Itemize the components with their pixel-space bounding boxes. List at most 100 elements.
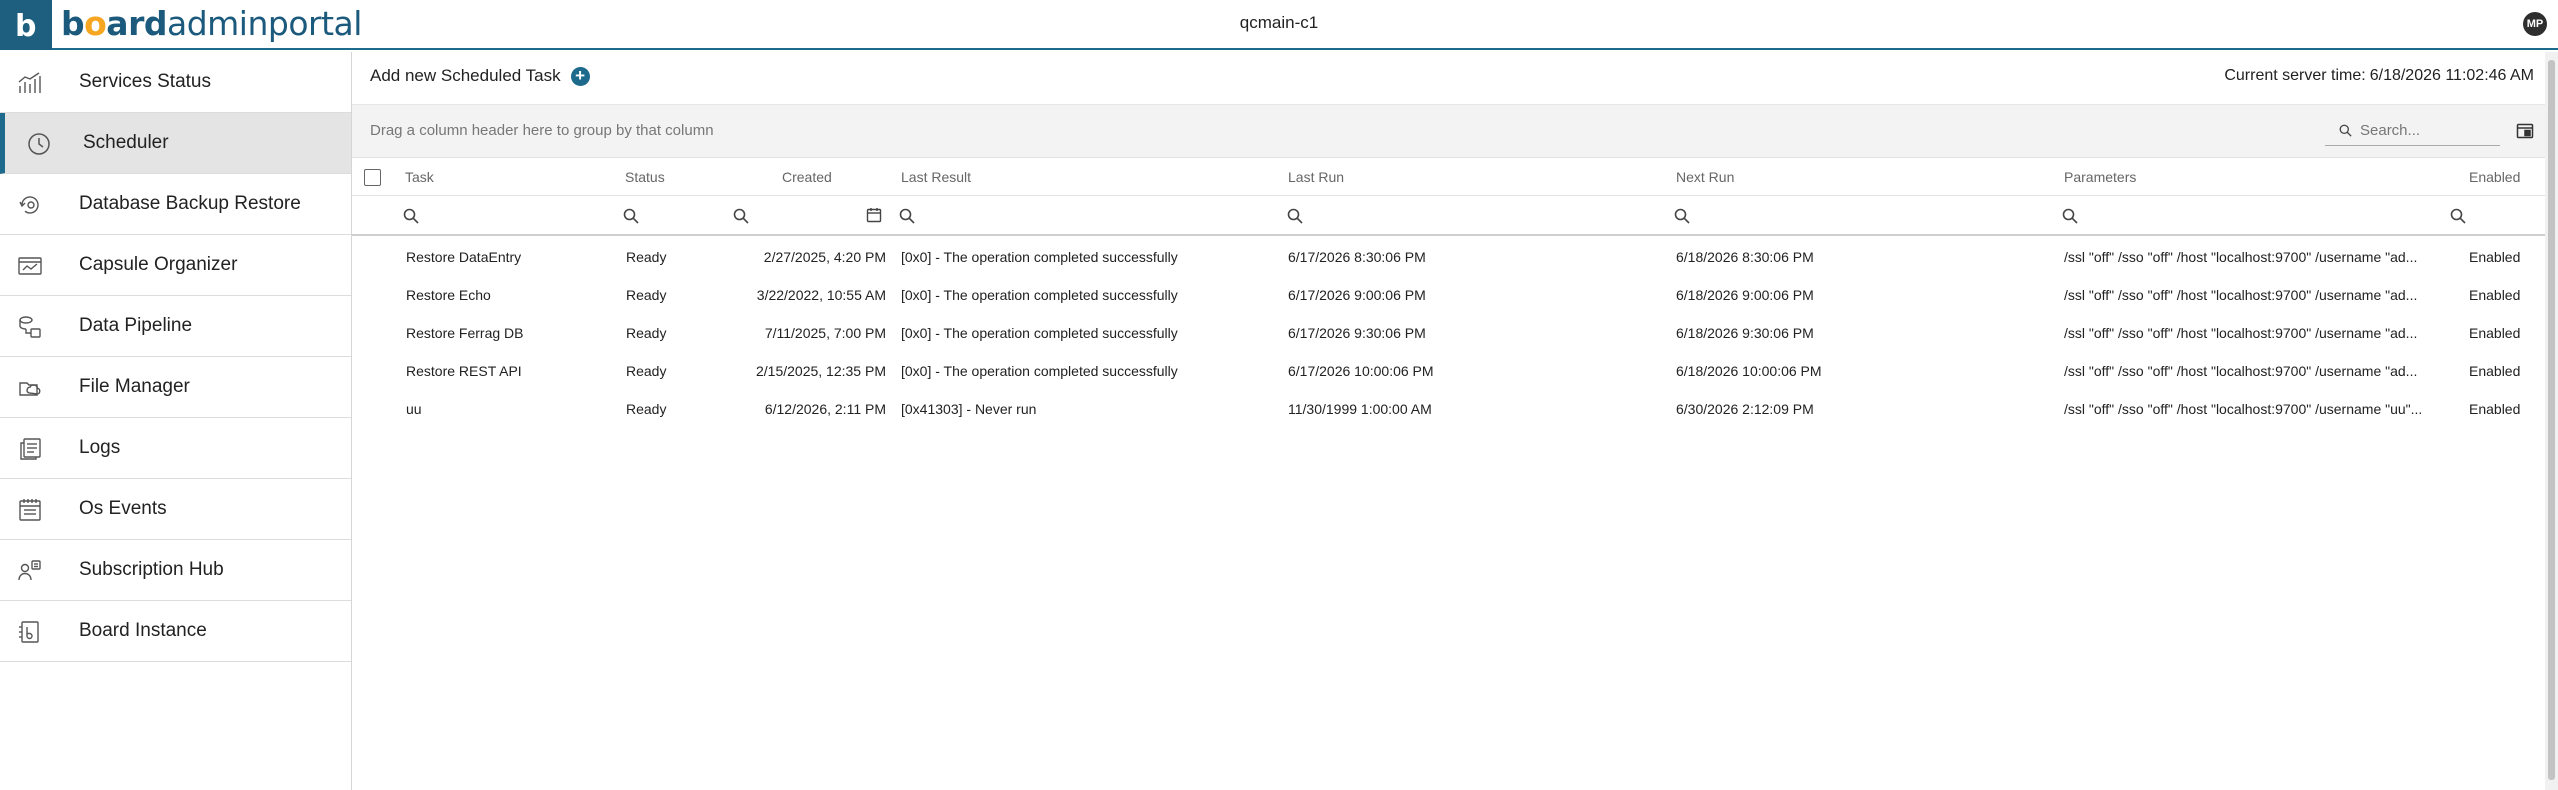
- table-row[interactable]: Restore DataEntry Ready 2/27/2025, 4:20 …: [352, 238, 2545, 276]
- cell-enabled: Enabled: [2469, 287, 2521, 303]
- plus-circle-icon: +: [570, 66, 590, 86]
- sidebar-item-label: Services Status: [79, 71, 211, 92]
- select-all-checkbox[interactable]: [364, 169, 381, 186]
- top-bar: b b o ard adminportal qcmain-c1 MP: [0, 0, 2558, 50]
- table-row[interactable]: uu Ready 6/12/2026, 2:11 PM [0x41303] - …: [352, 390, 2545, 428]
- instance-title: qcmain-c1: [1239, 13, 1319, 32]
- brand-bold-prefix: b: [61, 4, 85, 43]
- sidebar-item-capsule-organizer[interactable]: Capsule Organizer: [0, 235, 351, 296]
- filter-search-icon[interactable]: [1287, 208, 1303, 224]
- sidebar-item-data-pipeline[interactable]: Data Pipeline: [0, 296, 351, 357]
- cell-parameters: /ssl "off" /sso "off" /host "localhost:9…: [2064, 249, 2418, 265]
- sidebar: Services Status Scheduler Database Backu…: [0, 52, 352, 790]
- chart-bars-icon: [18, 72, 41, 93]
- sidebar-item-label: Capsule Organizer: [79, 254, 238, 275]
- filter-search-icon[interactable]: [733, 208, 749, 224]
- folder-cloud-icon: [19, 382, 41, 396]
- group-panel[interactable]: Drag a column header here to group by th…: [352, 104, 2545, 158]
- cell-created: 7/11/2025, 7:00 PM: [764, 325, 886, 341]
- calendar-icon[interactable]: [866, 207, 882, 223]
- cell-created: 2/27/2025, 4:20 PM: [763, 249, 886, 265]
- cell-created: 6/12/2026, 2:11 PM: [764, 401, 886, 417]
- column-header-parameters[interactable]: Parameters: [2064, 169, 2136, 185]
- add-scheduled-task-button[interactable]: Add new Scheduled Task +: [370, 66, 590, 86]
- board-instance-icon: [19, 621, 39, 643]
- logs-icon: [20, 438, 41, 460]
- sidebar-item-board-instance[interactable]: Board Instance: [0, 601, 351, 662]
- cell-last-run: 11/30/1999 1:00:00 AM: [1288, 401, 1432, 417]
- grid-search[interactable]: [2325, 116, 2500, 146]
- board-logo-icon: b: [15, 10, 36, 40]
- server-time-label: Current server time:: [2224, 67, 2366, 84]
- cell-parameters: /ssl "off" /sso "off" /host "localhost:9…: [2064, 401, 2423, 417]
- search-icon: [2339, 124, 2352, 137]
- filter-search-icon[interactable]: [1674, 208, 1690, 224]
- column-header-enabled[interactable]: Enabled: [2469, 169, 2520, 185]
- sidebar-item-logs[interactable]: Logs: [0, 418, 351, 479]
- cell-created: 2/15/2025, 12:35 PM: [756, 363, 886, 379]
- main-content: Add new Scheduled Task + Current server …: [352, 52, 2558, 790]
- sidebar-item-label: Board Instance: [79, 620, 207, 641]
- cell-status: Ready: [626, 249, 667, 265]
- cell-status: Ready: [626, 401, 667, 417]
- user-avatar[interactable]: MP: [2523, 12, 2547, 36]
- table-row[interactable]: Restore Ferrag DB Ready 7/11/2025, 7:00 …: [352, 314, 2545, 352]
- cell-parameters: /ssl "off" /sso "off" /host "localhost:9…: [2064, 363, 2418, 379]
- cell-task: Restore Echo: [406, 287, 491, 303]
- column-header-last-result[interactable]: Last Result: [901, 169, 971, 185]
- cell-parameters: /ssl "off" /sso "off" /host "localhost:9…: [2064, 325, 2418, 341]
- vertical-scrollbar[interactable]: [2545, 52, 2558, 790]
- filter-search-icon[interactable]: [899, 208, 915, 224]
- cell-last-run: 6/17/2026 8:30:06 PM: [1288, 249, 1426, 265]
- calendar-list-icon: [19, 499, 41, 521]
- group-panel-hint: Drag a column header here to group by th…: [370, 122, 714, 139]
- board-logo[interactable]: b: [0, 0, 52, 50]
- sidebar-item-label: Logs: [79, 437, 121, 458]
- table-row[interactable]: Restore REST API Ready 2/15/2025, 12:35 …: [352, 352, 2545, 390]
- cell-task: Restore REST API: [406, 363, 522, 379]
- sidebar-item-label: File Manager: [79, 376, 190, 397]
- column-chooser-icon[interactable]: [2516, 122, 2534, 140]
- sidebar-item-label: Os Events: [79, 498, 167, 519]
- cell-task: Restore DataEntry: [406, 249, 522, 265]
- filter-search-icon[interactable]: [2450, 208, 2466, 224]
- brand-wordmark[interactable]: b o ard adminportal: [61, 4, 362, 44]
- sidebar-item-label: Data Pipeline: [79, 315, 193, 336]
- logo-letter: b: [15, 10, 36, 40]
- filter-search-icon[interactable]: [623, 208, 639, 224]
- scrollbar-thumb[interactable]: [2548, 60, 2555, 780]
- grid-filter-row: [352, 196, 2545, 236]
- column-header-last-run[interactable]: Last Run: [1288, 169, 1344, 185]
- cell-last-result: [0x0] - The operation completed successf…: [901, 287, 1178, 303]
- column-header-task[interactable]: Task: [405, 169, 434, 185]
- sidebar-item-os-events[interactable]: Os Events: [0, 479, 351, 540]
- search-input[interactable]: [2360, 122, 2500, 139]
- sidebar-item-label: Database Backup Restore: [79, 193, 301, 214]
- column-header-next-run[interactable]: Next Run: [1676, 169, 1734, 185]
- cell-last-run: 6/17/2026 10:00:06 PM: [1288, 363, 1434, 379]
- table-row[interactable]: Restore Echo Ready 3/22/2022, 10:55 AM […: [352, 276, 2545, 314]
- column-header-status[interactable]: Status: [625, 169, 665, 185]
- column-header-created[interactable]: Created: [782, 169, 832, 185]
- cell-created: 3/22/2022, 10:55 AM: [756, 287, 886, 303]
- cell-next-run: 6/18/2026 9:30:06 PM: [1676, 325, 1814, 341]
- brand-bold-suffix: ard: [106, 4, 167, 43]
- sidebar-item-services-status[interactable]: Services Status: [0, 52, 351, 113]
- cell-last-result: [0x0] - The operation completed successf…: [901, 249, 1178, 265]
- sidebar-item-database-backup-restore[interactable]: Database Backup Restore: [0, 174, 351, 235]
- server-time-value: 6/18/2026 11:02:46 AM: [2369, 67, 2534, 84]
- cell-parameters: /ssl "off" /sso "off" /host "localhost:9…: [2064, 287, 2418, 303]
- sidebar-item-label: Scheduler: [83, 132, 169, 153]
- cell-status: Ready: [626, 363, 667, 379]
- cell-next-run: 6/30/2026 2:12:09 PM: [1676, 401, 1814, 417]
- filter-search-icon[interactable]: [2062, 208, 2078, 224]
- sidebar-item-subscription-hub[interactable]: Subscription Hub: [0, 540, 351, 601]
- brand-bold-dot: o: [84, 4, 107, 43]
- sidebar-item-scheduler[interactable]: Scheduler: [0, 113, 351, 174]
- sidebar-item-file-manager[interactable]: File Manager: [0, 357, 351, 418]
- scheduler-toolbar: Add new Scheduled Task + Current server …: [352, 52, 2558, 104]
- sidebar-item-label: Subscription Hub: [79, 559, 224, 580]
- filter-search-icon[interactable]: [403, 208, 419, 224]
- cell-next-run: 6/18/2026 10:00:06 PM: [1676, 363, 1822, 379]
- cell-last-result: [0x0] - The operation completed successf…: [901, 325, 1178, 341]
